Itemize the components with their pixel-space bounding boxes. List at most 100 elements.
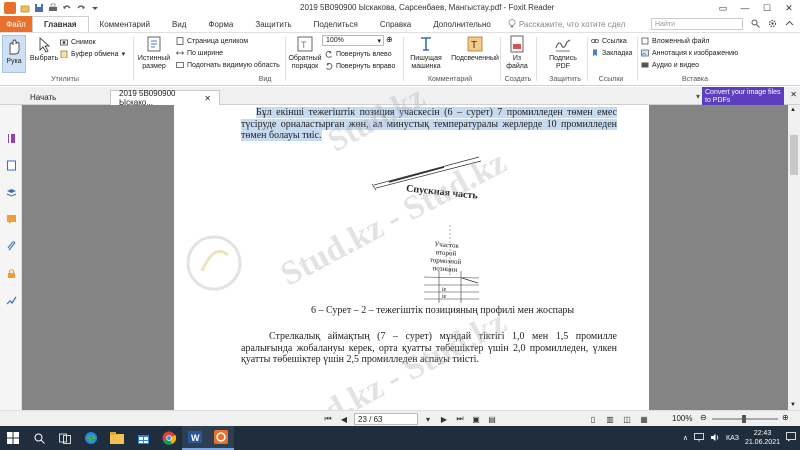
fit-page-status-icon[interactable]: ▣	[470, 413, 482, 425]
bookmark-panel-icon[interactable]	[6, 133, 17, 144]
tab-form[interactable]: Форма	[197, 16, 244, 32]
signatures-panel-icon[interactable]	[6, 295, 17, 306]
search-taskbar-icon[interactable]	[26, 426, 52, 450]
previous-page-icon[interactable]: ◀	[338, 413, 350, 425]
clipboard-button[interactable]: Буфер обмена ▾	[60, 49, 125, 59]
audio-video-button[interactable]: Аудио и видео	[641, 60, 699, 70]
snapshot-button[interactable]: Снимок	[60, 37, 96, 47]
store-icon[interactable]	[130, 426, 156, 450]
vertical-scrollbar[interactable]: ▲ ▼	[788, 105, 800, 410]
customize-qat-icon[interactable]	[90, 3, 100, 13]
tab-current-document[interactable]: 2019 5В090900 Ыскако... ✕	[110, 89, 220, 107]
tab-view[interactable]: Вид	[161, 16, 197, 32]
highlight-button[interactable]: T Подсвеченный	[451, 35, 499, 63]
first-page-icon[interactable]: ⏮	[322, 413, 334, 425]
zoom-slider[interactable]	[712, 415, 778, 423]
redo-icon[interactable]	[76, 3, 86, 13]
camera-icon	[60, 39, 68, 46]
image-annotation-button[interactable]: Аннотация к изображению	[641, 48, 738, 58]
maximize-button[interactable]: ☐	[756, 0, 778, 16]
facing-view-icon[interactable]: ◫	[621, 413, 633, 425]
edge-browser-icon[interactable]	[78, 426, 104, 450]
scroll-up-icon[interactable]: ▲	[790, 107, 796, 113]
tell-me-box[interactable]: Расскажите, что хотите сдел	[508, 18, 625, 30]
zoom-in-button[interactable]: ⊕	[386, 35, 393, 44]
page-number-input[interactable]: 23 / 63	[354, 413, 418, 425]
continuous-facing-view-icon[interactable]: ▦	[638, 413, 650, 425]
hand-tool-button[interactable]: Рука	[2, 35, 26, 73]
page-dropdown-icon[interactable]: ▾	[422, 413, 434, 425]
keyboard-language[interactable]: КАЗ	[726, 435, 739, 442]
attached-file-button[interactable]: Вложенный файл	[641, 36, 710, 46]
zoom-level[interactable]: 100%	[672, 414, 692, 423]
bookmark-button[interactable]: Закладка	[591, 48, 632, 58]
actual-size-button[interactable]: Истинный размер	[137, 35, 171, 71]
chrome-icon[interactable]	[156, 426, 182, 450]
save-icon[interactable]	[34, 3, 44, 13]
zoom-in-icon[interactable]: ⊕	[782, 413, 789, 422]
search-icon[interactable]	[751, 19, 760, 30]
clock[interactable]: 22:43 21.06.2021	[745, 429, 780, 447]
comments-panel-icon[interactable]	[6, 214, 17, 225]
rotate-left-button[interactable]: Повернуть влево	[325, 49, 392, 59]
link-button[interactable]: Ссылка	[591, 36, 627, 46]
last-page-icon[interactable]: ⏭	[454, 413, 466, 425]
select-tool-button[interactable]: Выбрать	[28, 35, 60, 63]
single-page-view-icon[interactable]: ▯	[587, 413, 599, 425]
fit-visible-button[interactable]: Подогнать видимую область	[176, 60, 280, 70]
foxit-reader-taskbar-icon[interactable]	[208, 426, 234, 450]
zoom-dropdown[interactable]: 100% ▾	[322, 35, 384, 46]
file-explorer-icon[interactable]	[104, 426, 130, 450]
typewriter-button[interactable]: Пишущая машинка	[406, 35, 446, 71]
tab-list-dropdown-icon[interactable]: ▾	[696, 92, 700, 101]
settings-gear-icon[interactable]	[768, 19, 777, 30]
tab-start[interactable]: Начать	[22, 90, 64, 105]
continuous-view-icon[interactable]: ▥	[604, 413, 616, 425]
tab-help[interactable]: Справка	[369, 16, 422, 32]
word-icon[interactable]: W	[182, 426, 208, 450]
undo-icon[interactable]	[62, 3, 72, 13]
windows-start-icon[interactable]	[0, 426, 26, 450]
reflow-button[interactable]: T Обратный порядок	[288, 35, 322, 71]
thumbnails-panel-icon[interactable]	[6, 160, 17, 171]
volume-icon[interactable]	[710, 433, 720, 444]
fit-width-status-icon[interactable]: ▤	[486, 413, 498, 425]
close-ad-icon[interactable]: ✕	[790, 90, 797, 99]
show-hidden-icons[interactable]: ∧	[683, 434, 688, 442]
fit-width-button[interactable]: По ширине	[176, 48, 223, 58]
next-page-icon[interactable]: ▶	[438, 413, 450, 425]
rotate-right-button[interactable]: Повернуть вправо	[325, 61, 395, 71]
search-input[interactable]: Найти	[651, 18, 743, 30]
sign-pdf-button[interactable]: Подпись PDF	[546, 35, 580, 71]
zoom-slider-handle[interactable]	[742, 415, 746, 423]
network-icon[interactable]	[694, 432, 704, 444]
rotate-left-icon	[325, 50, 332, 58]
open-icon[interactable]	[20, 3, 30, 13]
close-button[interactable]: ✕	[778, 0, 800, 16]
tab-protect[interactable]: Защитить	[244, 16, 302, 32]
print-icon[interactable]	[48, 3, 58, 13]
notifications-icon[interactable]	[786, 432, 796, 444]
tab-home[interactable]: Главная	[32, 16, 89, 32]
close-tab-icon[interactable]: ✕	[204, 94, 211, 103]
file-menu[interactable]: Файл	[0, 16, 32, 32]
document-viewport[interactable]: Бұл екінші тежегіштік позиция учаскесін …	[22, 78, 788, 450]
convert-ad-banner[interactable]: Convert your image files to PDFs	[702, 87, 784, 107]
security-panel-icon[interactable]	[6, 268, 17, 279]
tab-comment[interactable]: Комментарий	[89, 16, 161, 32]
attachments-panel-icon[interactable]	[6, 241, 17, 252]
layers-panel-icon[interactable]	[6, 187, 17, 198]
collapse-ribbon-icon[interactable]	[785, 19, 794, 30]
fit-page-button[interactable]: Страница целиком	[176, 36, 248, 46]
scrollbar-thumb[interactable]	[790, 135, 798, 175]
window-title: 2019 5В090900 Ыскакова, Сарсенбаев, Манг…	[300, 3, 555, 12]
status-bar: ⏮ ◀ 23 / 63 ▾ ▶ ⏭ ▣ ▤ ▯ ▥ ◫ ▦ 100% ⊖ ⊕	[0, 410, 800, 426]
tab-share[interactable]: Поделиться	[303, 16, 369, 32]
zoom-out-icon[interactable]: ⊖	[700, 413, 707, 422]
task-view-icon[interactable]	[52, 426, 78, 450]
scroll-down-icon[interactable]: ▼	[790, 402, 796, 408]
minimize-button[interactable]: —	[734, 0, 756, 16]
tab-extras[interactable]: Дополнительно	[422, 16, 502, 32]
from-file-button[interactable]: Из файла	[503, 35, 531, 71]
ribbon-display-icon[interactable]: ▭	[712, 0, 734, 16]
